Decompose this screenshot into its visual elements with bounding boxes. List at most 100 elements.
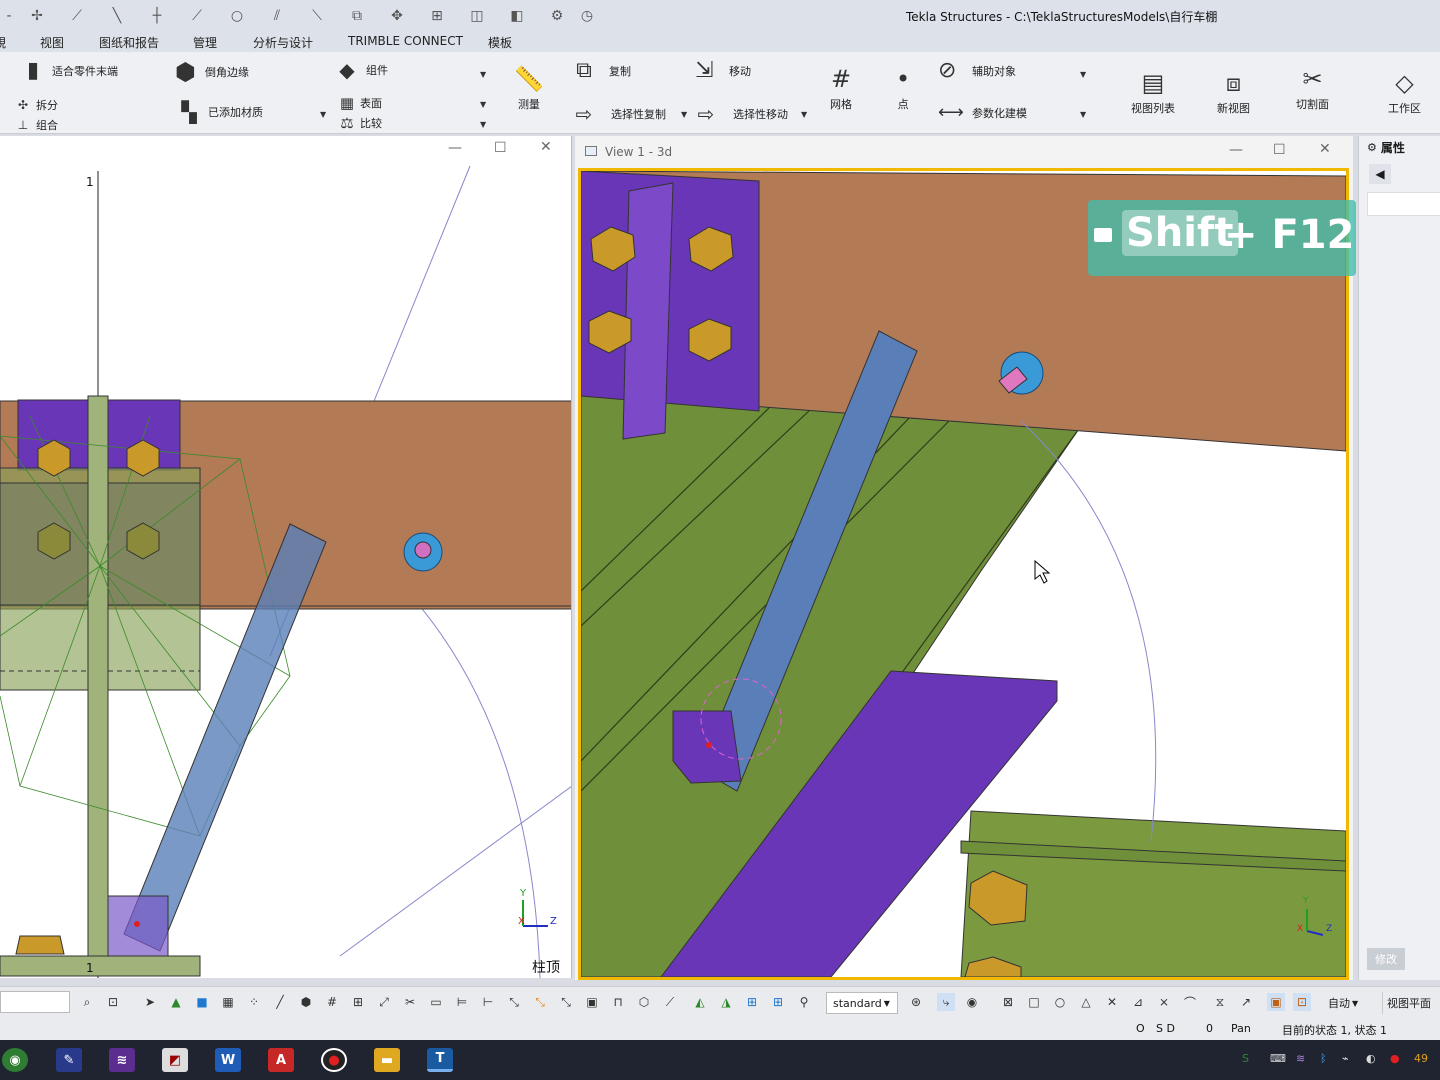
added-material-button[interactable]: ▚ 已添加材质 [180,100,263,124]
chrome-icon[interactable]: ◉ [2,1048,28,1072]
move-button[interactable]: ⇲ 移动 [695,58,751,83]
snap-h-icon[interactable]: ◭ [691,993,709,1011]
tray-net-icon[interactable]: ⌁ [1342,1052,1349,1065]
qat-settings-icon[interactable]: ⚙ [548,7,566,25]
combine-button[interactable]: ⊥ 组合 [14,117,58,133]
autocad-icon[interactable]: A [268,1048,294,1072]
snap-arc-icon[interactable]: ⌒ [1181,993,1199,1011]
snap-circle-icon[interactable]: ○ [1051,993,1069,1011]
qat-beam-icon[interactable]: ⟋ [68,7,86,25]
qat-part-icon[interactable]: ✢ [28,7,46,25]
zoom-icon[interactable]: ⊡ [104,993,122,1011]
anchor-nut[interactable] [15,935,65,955]
component-dropdown-icon[interactable]: ▼ [480,70,486,79]
view-plane-select[interactable]: 视图平面 [1382,992,1440,1014]
select-object-icon[interactable]: ■ [193,993,211,1011]
copy-special-button[interactable]: ⇨ 选择性复制 [575,102,666,126]
snap-triangle-icon[interactable]: △ [1077,993,1095,1011]
snap-icon[interactable]: ⤢ [375,993,393,1011]
snap-x-icon[interactable]: ✕ [1103,993,1121,1011]
split-button[interactable]: ✣ 拆分 [14,97,58,113]
tab-trimble-connect[interactable]: TRIMBLE CONNECT [348,34,463,48]
added-material-dropdown-icon[interactable]: ▼ [320,110,326,119]
snap-i-icon[interactable]: ◮ [717,993,735,1011]
snap-cursor-icon[interactable]: ⤷ [937,993,955,1011]
stiffener[interactable] [622,182,674,440]
snap-j-icon[interactable]: ⊞ [743,993,761,1011]
snap-rect-icon[interactable]: ▭ [427,993,445,1011]
qat-point-icon[interactable]: ┼ [148,7,166,25]
tekla-icon[interactable]: T [427,1048,453,1072]
compare-dropdown-icon[interactable]: ▼ [480,120,486,129]
measure-button[interactable]: 📏 测量 [514,62,544,112]
snap-f-icon[interactable]: ⬡ [635,993,653,1011]
grid-button[interactable]: # 网格 [830,62,852,112]
clip-plane-button[interactable]: ✂ 切割面 [1296,62,1329,112]
parametric-modeling-button[interactable]: ⟷ 参数化建模 [938,102,1027,123]
snap-orange-a-icon[interactable]: ▣ [1267,993,1285,1011]
qat-mirror2-icon[interactable]: ◧ [508,7,526,25]
select-arrow-icon[interactable]: ➤ [141,993,159,1011]
snap-intersect-icon[interactable]: ⨯ [1155,993,1173,1011]
select-grid-icon[interactable]: ▦ [219,993,237,1011]
helper-object-button[interactable]: ⊘ 辅助对象 [938,58,1016,83]
selection-filter-select[interactable]: standard ▼ [826,992,898,1014]
new-view-button[interactable]: ⧈ 新视图 [1217,66,1250,116]
tray-record-icon[interactable]: ● [1390,1052,1400,1065]
qat-polyline-icon[interactable]: ⟋ [188,7,206,25]
select-grid2-icon[interactable]: # [323,993,341,1011]
select-points-icon[interactable]: ⁘ [245,993,263,1011]
plan-view-canvas[interactable]: Y X Z 1 1 柱顶 [0,136,572,978]
qat-copy-icon[interactable]: ⧉ [348,7,366,25]
snap-e-icon[interactable]: ⊓ [609,993,627,1011]
tab-edit[interactable]: 視 [0,34,6,51]
select-part-icon[interactable]: ▲ [167,993,185,1011]
qat-parallel-icon[interactable]: ⫽ [268,7,286,25]
tray-keyboard-icon[interactable]: ⌨ [1270,1052,1286,1065]
surface-button[interactable]: ▦ 表面 [338,94,382,112]
qat-mirror-icon[interactable]: ◫ [468,7,486,25]
move-special-dropdown-icon[interactable]: ▼ [801,110,807,119]
copy-button[interactable]: ⧉ 复制 [575,58,631,83]
command-search-input[interactable] [0,991,70,1013]
snap-square-icon[interactable]: □ [1025,993,1043,1011]
app-doc-icon[interactable]: ◩ [162,1048,188,1072]
move-special-button[interactable]: ⇨ 选择性移动 [697,102,788,126]
word-icon[interactable]: W [215,1048,241,1072]
app-purple-icon[interactable]: ≋ [109,1048,135,1072]
tab-manage[interactable]: 管理 [193,34,217,51]
component-button[interactable]: ◆ 组件 [338,58,388,82]
3d-scene[interactable]: Y X Z [581,171,1346,977]
tray-s-icon[interactable]: S [1242,1052,1249,1065]
minimize-icon[interactable]: — [1229,142,1243,158]
tab-view[interactable]: 视图 [40,34,65,54]
helper-object-dropdown-icon[interactable]: ▼ [1080,70,1086,79]
folder-icon[interactable]: ▬ [374,1048,400,1072]
point-button[interactable]: • 点 [896,62,910,112]
filter-icon[interactable]: ⊛ [907,993,925,1011]
handle-point[interactable] [134,921,140,927]
snap-dim-icon[interactable]: ⊢ [479,993,497,1011]
copy-special-dropdown-icon[interactable]: ▼ [681,110,687,119]
tab-templates[interactable]: 模板 [488,34,512,51]
snap-mode-select[interactable]: 自动 ▼ [1324,992,1368,1014]
fit-part-end-button[interactable]: ▮ 适合零件末端 [24,58,118,83]
chamfer-edge-button[interactable]: ⬢ 倒角边缘 [175,58,249,86]
work-area-button[interactable]: ◇ 工作区 [1388,66,1421,116]
handle-point[interactable] [706,742,712,748]
snap-align-icon[interactable]: ⊨ [453,993,471,1011]
close-icon[interactable]: ✕ [1319,141,1331,157]
properties-field[interactable] [1367,192,1440,216]
snap-g-icon[interactable]: ⟋ [661,993,679,1011]
tray-user-icon[interactable]: ◐ [1366,1052,1376,1065]
base-plate[interactable] [0,955,201,977]
select-line-icon[interactable]: ╱ [271,993,289,1011]
snap-k-icon[interactable]: ⊞ [769,993,787,1011]
tab-analysis-design[interactable]: 分析与设计 [253,34,313,51]
qat-history-icon[interactable]: ◷ [578,7,596,25]
cut-icon[interactable]: ✂ [401,993,419,1011]
paint-icon[interactable]: ✎ [56,1048,82,1072]
snap-a-icon[interactable]: ⤡ [505,993,523,1011]
view-list-button[interactable]: ▤ 视图列表 [1131,66,1175,116]
snap-d-icon[interactable]: ▣ [583,993,601,1011]
